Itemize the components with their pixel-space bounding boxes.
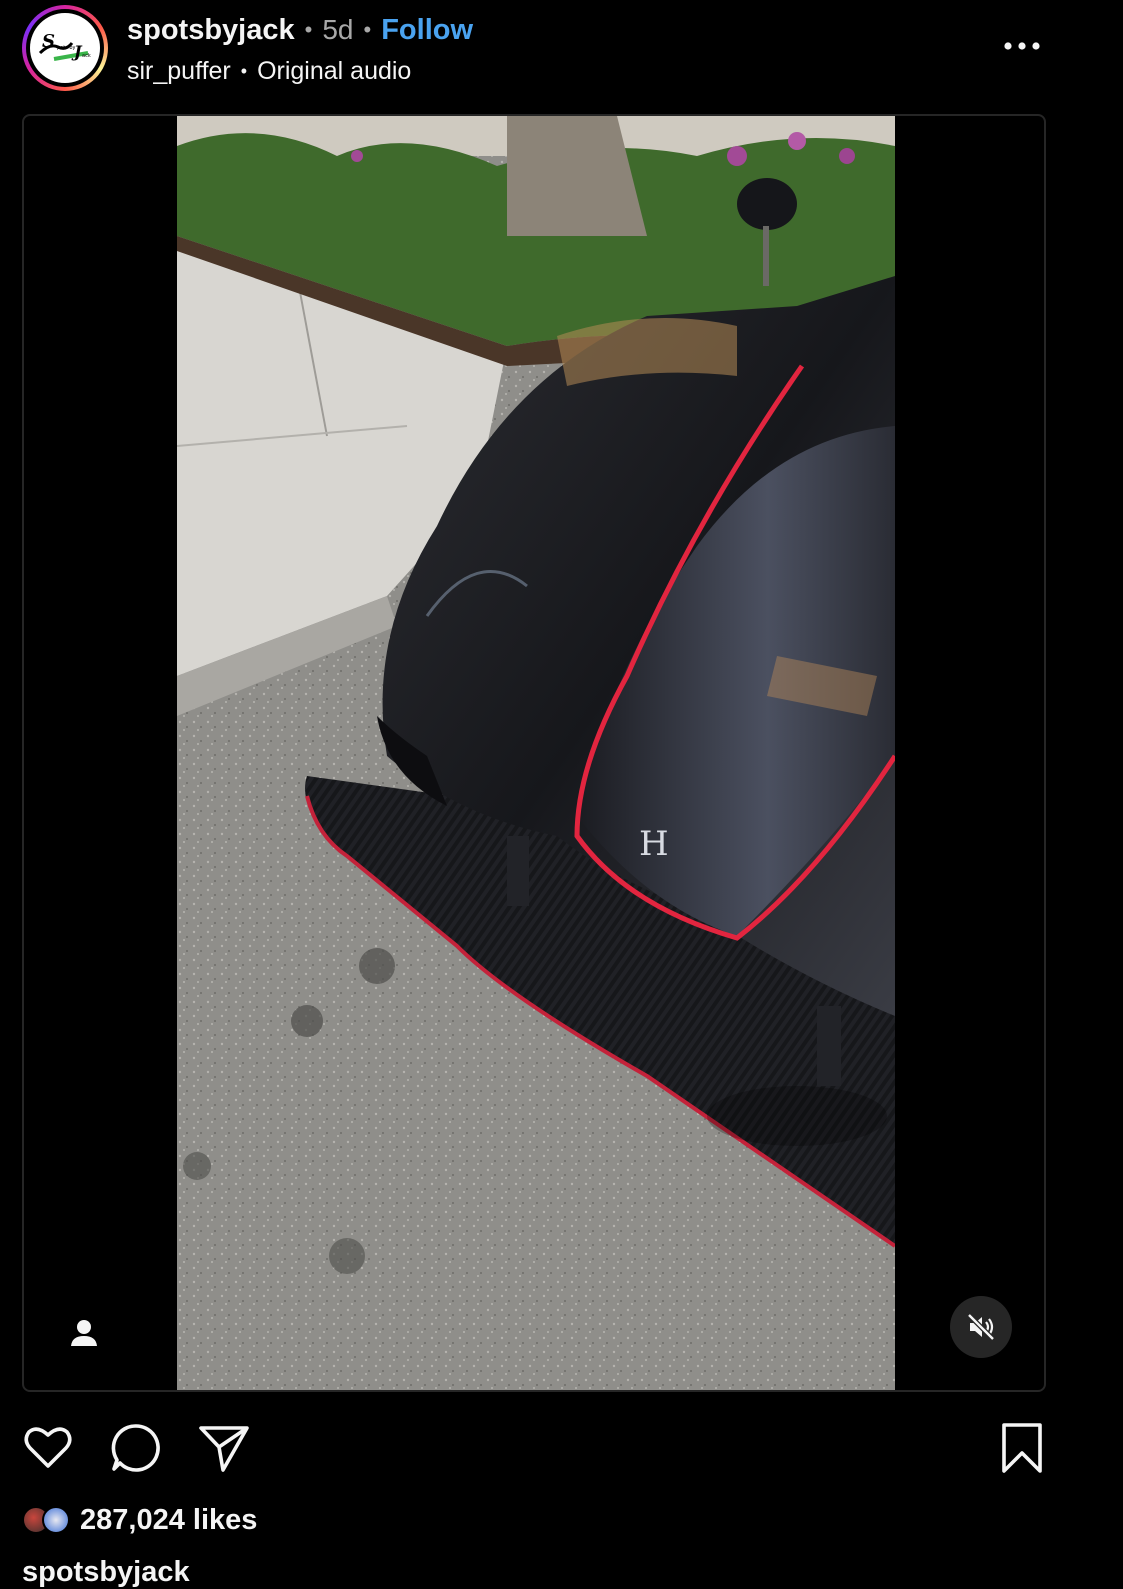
follow-button[interactable]: Follow <box>381 14 473 47</box>
audio-user-link[interactable]: sir_puffer <box>127 57 231 86</box>
audio-row: sir_puffer • Original audio <box>127 54 411 88</box>
speaker-muted-icon <box>967 1313 995 1341</box>
svg-text:ack: ack <box>82 53 91 59</box>
video-frame[interactable]: H <box>177 116 895 1390</box>
svg-text:S: S <box>42 31 55 52</box>
liked-by-avatars[interactable] <box>22 1504 78 1536</box>
action-bar <box>0 1410 1123 1482</box>
avatar[interactable]: S pots by J ack <box>22 5 108 91</box>
comment-bubble-icon[interactable] <box>108 1420 164 1476</box>
separator-dot: • <box>363 17 372 42</box>
avatar-logo: S pots by J ack <box>30 13 100 83</box>
separator-dot: • <box>304 17 313 42</box>
more-horizontal-icon[interactable] <box>1000 30 1044 62</box>
heart-icon[interactable] <box>20 1420 76 1476</box>
post-time[interactable]: 5d <box>322 14 353 46</box>
svg-text:pots by: pots by <box>57 45 76 51</box>
mute-toggle[interactable] <box>950 1296 1012 1358</box>
likes-row: 287,024 likes <box>22 1500 257 1540</box>
paper-plane-icon[interactable] <box>196 1420 252 1476</box>
bookmark-icon[interactable] <box>994 1420 1050 1476</box>
audio-link[interactable]: Original audio <box>257 57 411 86</box>
caption-username[interactable]: spotsbyjack <box>22 1556 190 1589</box>
user-tag-icon[interactable] <box>64 1314 104 1354</box>
post-header: S pots by J ack spotsbyjack • 5d • Follo… <box>0 0 1123 110</box>
avatar <box>42 1506 70 1534</box>
header-title-row: spotsbyjack • 5d • Follow <box>127 10 473 50</box>
username-link[interactable]: spotsbyjack <box>127 14 295 47</box>
post-media[interactable]: H <box>22 114 1046 1392</box>
likes-count[interactable]: 287,024 likes <box>80 1504 257 1537</box>
separator-dot: • <box>240 60 248 81</box>
car-badge: H <box>639 824 669 864</box>
